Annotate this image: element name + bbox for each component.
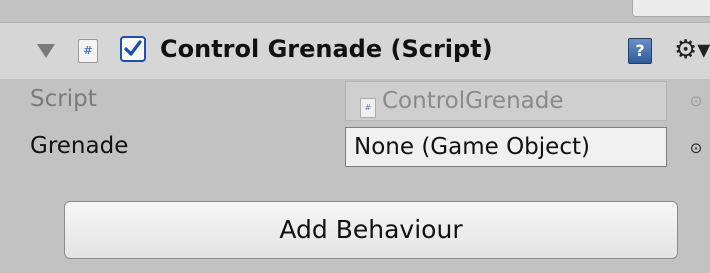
checkmark-icon [124, 40, 142, 56]
gear-icon[interactable]: ⚙▾ [674, 35, 710, 65]
script-field: # ControlGrenade [345, 81, 667, 121]
script-property-label: Script [30, 86, 97, 112]
component-properties: Script # ControlGrenade ⊙ Grenade None (G… [0, 79, 710, 273]
grenade-field-value: None (Game Object) [354, 134, 590, 160]
component-title: Control Grenade (Script) [160, 35, 493, 63]
csharp-script-icon: # [78, 39, 98, 63]
grenade-object-field[interactable]: None (Game Object) [345, 127, 667, 167]
inspector-top-area [0, 0, 710, 22]
script-asset-icon: # [360, 98, 376, 118]
grenade-object-picker-icon[interactable]: ⊙ [688, 140, 704, 156]
script-object-picker-icon: ⊙ [689, 92, 703, 110]
component-header[interactable]: # Control Grenade (Script) ? ⚙▾ [0, 22, 710, 79]
grenade-property-label: Grenade [30, 133, 129, 159]
previous-component-edge [632, 0, 710, 17]
component-enabled-checkbox[interactable] [120, 36, 146, 62]
help-book-icon[interactable]: ? [628, 38, 652, 64]
add-behaviour-button[interactable]: Add Behaviour [64, 201, 678, 259]
foldout-arrow-icon[interactable] [37, 44, 55, 58]
script-field-value: ControlGrenade [382, 88, 564, 114]
